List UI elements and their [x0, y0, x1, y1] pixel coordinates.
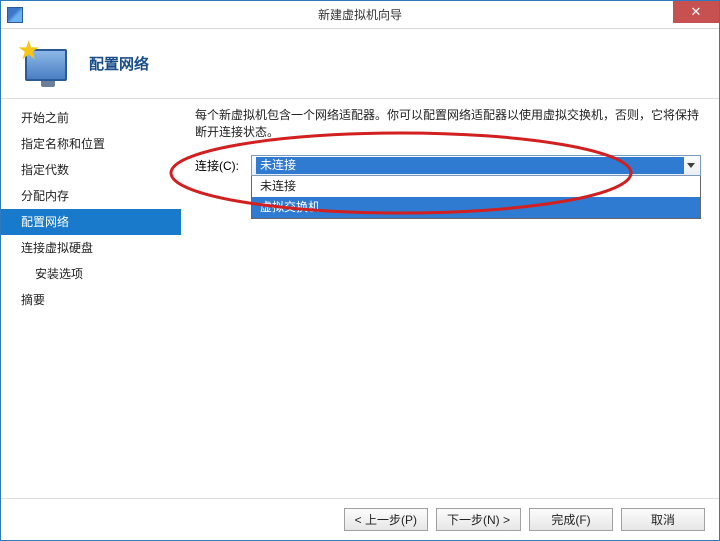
connection-dropdown: 未连接虚拟交换机	[251, 176, 701, 219]
connection-row: 连接(C): 未连接 未连接虚拟交换机	[195, 155, 701, 176]
prev-button[interactable]: < 上一步(P)	[344, 508, 428, 531]
close-icon: ✕	[691, 4, 702, 20]
wizard-sidebar: 开始之前指定名称和位置指定代数分配内存配置网络连接虚拟硬盘安装选项摘要	[1, 99, 181, 498]
connection-combobox[interactable]: 未连接	[251, 155, 701, 176]
cancel-button[interactable]: 取消	[621, 508, 705, 531]
content-description: 每个新虚拟机包含一个网络适配器。你可以配置网络适配器以使用虚拟交换机，否则，它将…	[195, 107, 701, 141]
next-button[interactable]: 下一步(N) >	[436, 508, 521, 531]
sidebar-item-3[interactable]: 分配内存	[1, 183, 181, 209]
finish-button[interactable]: 完成(F)	[529, 508, 613, 531]
titlebar-buttons: ✕	[673, 1, 719, 23]
dropdown-item-1[interactable]: 虚拟交换机	[252, 197, 700, 218]
wizard-window: 新建虚拟机向导 ✕ ★ 配置网络 开始之前指定名称和位置指定代数分配内存配置网络…	[0, 0, 720, 541]
wizard-header: ★ 配置网络	[1, 29, 719, 99]
wizard-content: 每个新虚拟机包含一个网络适配器。你可以配置网络适配器以使用虚拟交换机，否则，它将…	[181, 99, 719, 498]
connection-combo-wrap: 未连接 未连接虚拟交换机	[251, 155, 701, 176]
sidebar-item-1[interactable]: 指定名称和位置	[1, 131, 181, 157]
app-icon	[7, 7, 23, 23]
window-title: 新建虚拟机向导	[1, 6, 719, 23]
close-button[interactable]: ✕	[673, 1, 719, 23]
wizard-body: 开始之前指定名称和位置指定代数分配内存配置网络连接虚拟硬盘安装选项摘要 每个新虚…	[1, 99, 719, 498]
sidebar-item-5[interactable]: 连接虚拟硬盘	[1, 235, 181, 261]
dropdown-item-0[interactable]: 未连接	[252, 176, 700, 197]
page-title: 配置网络	[89, 53, 149, 74]
sidebar-item-0[interactable]: 开始之前	[1, 105, 181, 131]
sidebar-item-2[interactable]: 指定代数	[1, 157, 181, 183]
sidebar-item-6[interactable]: 安装选项	[1, 261, 181, 287]
sidebar-item-7[interactable]: 摘要	[1, 287, 181, 313]
titlebar: 新建虚拟机向导 ✕	[1, 1, 719, 29]
sidebar-item-4[interactable]: 配置网络	[1, 209, 181, 235]
combo-selected-value: 未连接	[256, 157, 684, 174]
connection-label: 连接(C):	[195, 155, 251, 174]
wizard-icon: ★	[17, 39, 77, 89]
wizard-footer: < 上一步(P) 下一步(N) > 完成(F) 取消	[1, 498, 719, 540]
